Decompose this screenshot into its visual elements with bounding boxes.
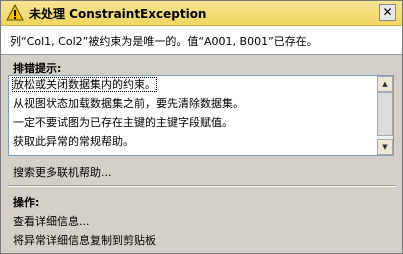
scroll-down-arrow-icon[interactable]: ▼: [377, 139, 393, 155]
warning-icon: [6, 4, 24, 21]
more-online-help-link[interactable]: 搜索更多联机帮助...: [13, 164, 112, 180]
tips-scrollbar[interactable]: ▲ ▼: [377, 76, 393, 155]
tips-list: 放松或关闭数据集内的约束。 从视图状态加载数据集之前，要先清除数据集。 一定不要…: [12, 77, 373, 153]
tip-item[interactable]: 一定不要试图为已存在主键的主键字段赋值。: [13, 115, 373, 134]
scroll-thumb[interactable]: [377, 92, 393, 136]
tip-item[interactable]: 获取此异常的常规帮助。: [13, 134, 373, 153]
exception-message: 列“Col1, Col2”被约束为是唯一的。值“A001, B001”已存在。: [10, 35, 318, 48]
scroll-up-arrow-icon[interactable]: ▲: [377, 76, 393, 92]
view-details-link[interactable]: 查看详细信息...: [13, 213, 90, 229]
section-divider: [8, 185, 396, 187]
title-bar[interactable]: 未处理 ConstraintException ✕: [1, 1, 402, 26]
tip-item[interactable]: 放松或关闭数据集内的约束。: [12, 77, 373, 96]
tips-header: 排错提示:: [13, 62, 62, 75]
tips-list-box[interactable]: 放松或关闭数据集内的约束。 从视图状态加载数据集之前，要先清除数据集。 一定不要…: [8, 75, 394, 156]
exception-message-area: 列“Col1, Col2”被约束为是唯一的。值“A001, B001”已存在。: [1, 26, 402, 55]
tip-item[interactable]: 从视图状态加载数据集之前，要先清除数据集。: [13, 96, 373, 115]
dialog-title: 未处理 ConstraintException: [29, 7, 207, 21]
close-button[interactable]: ✕: [379, 4, 396, 21]
copy-details-link[interactable]: 将异常详细信息复制到剪贴板: [13, 232, 156, 248]
exception-assistant-dialog: 未处理 ConstraintException ✕ 列“Col1, Col2”被…: [0, 0, 403, 254]
actions-header: 操作:: [13, 196, 40, 209]
